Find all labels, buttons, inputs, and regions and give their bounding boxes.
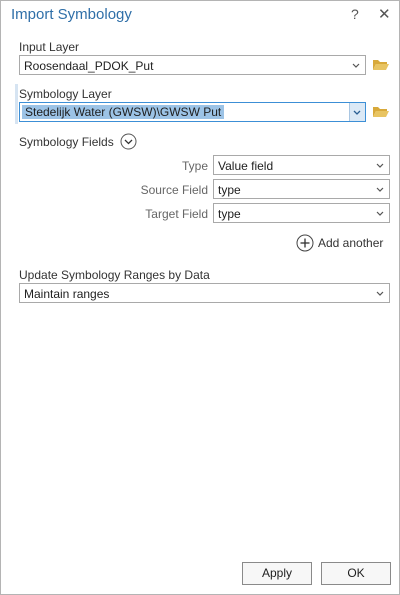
target-field-label: Target Field [145, 207, 208, 221]
import-symbology-dialog: Import Symbology ? ✕ Input Layer Roosend… [0, 0, 400, 595]
target-field-value: type [218, 207, 241, 221]
symbology-layer-dropdown[interactable]: Stedelijk Water (GWSW)\GWSW Put [19, 102, 366, 122]
symbology-fields-label: Symbology Fields [19, 135, 114, 149]
close-button[interactable]: ✕ [378, 5, 391, 23]
input-layer-value: Roosendaal_PDOK_Put [24, 59, 154, 73]
folder-open-icon[interactable] [372, 58, 390, 72]
chevron-circle-icon[interactable] [120, 133, 137, 150]
add-another-button[interactable]: Add another [296, 234, 388, 252]
source-field-value: type [218, 183, 241, 197]
chevron-down-icon [376, 291, 384, 296]
dropdown-button[interactable] [349, 103, 365, 121]
update-ranges-label: Update Symbology Ranges by Data [19, 268, 210, 282]
folder-open-icon[interactable] [372, 105, 390, 119]
chevron-down-icon [376, 211, 384, 216]
plus-circle-icon [296, 234, 314, 252]
help-button[interactable]: ? [351, 6, 359, 22]
update-ranges-dropdown[interactable]: Maintain ranges [19, 283, 390, 303]
update-ranges-value: Maintain ranges [24, 287, 110, 301]
chevron-down-icon [352, 63, 360, 68]
symbology-layer-label: Symbology Layer [19, 87, 112, 101]
type-label: Type [181, 159, 208, 173]
input-layer-dropdown[interactable]: Roosendaal_PDOK_Put [19, 55, 366, 75]
target-field-dropdown[interactable]: type [213, 203, 390, 223]
chevron-down-icon [353, 110, 361, 115]
type-dropdown[interactable]: Value field [213, 155, 390, 175]
chevron-down-icon [376, 187, 384, 192]
input-layer-label: Input Layer [19, 40, 80, 54]
dialog-title: Import Symbology [11, 6, 132, 23]
symbology-layer-value: Stedelijk Water (GWSW)\GWSW Put [22, 105, 225, 119]
add-another-label: Add another [318, 236, 384, 250]
type-value: Value field [218, 159, 274, 173]
source-field-dropdown[interactable]: type [213, 179, 390, 199]
focus-indicator [15, 84, 18, 124]
apply-button[interactable]: Apply [242, 562, 312, 585]
chevron-down-icon [376, 163, 384, 168]
source-field-label: Source Field [140, 183, 208, 197]
title-bar: Import Symbology ? ✕ [1, 1, 399, 29]
ok-button[interactable]: OK [321, 562, 391, 585]
